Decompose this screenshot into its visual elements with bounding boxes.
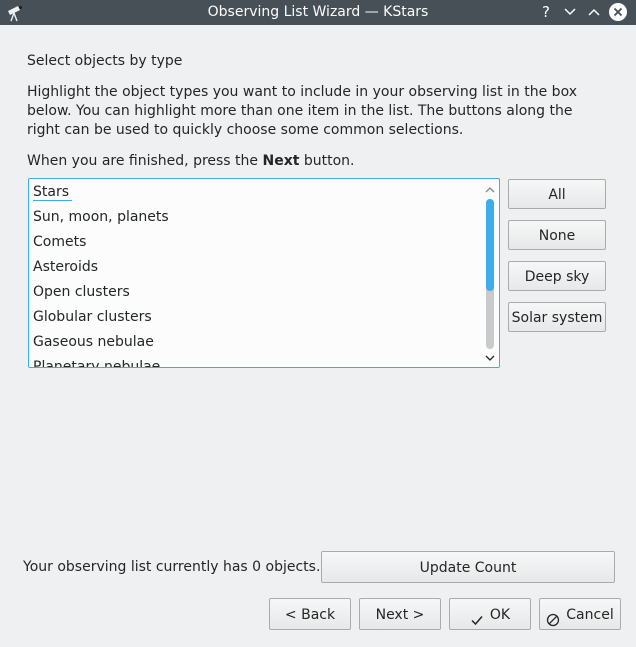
minimize-icon[interactable] xyxy=(561,3,579,21)
back-button[interactable]: < Back xyxy=(269,598,351,630)
finish-suffix: button. xyxy=(303,153,355,169)
scroll-up-arrow-icon[interactable] xyxy=(484,183,496,193)
finish-prefix: When you are finished, press the xyxy=(27,153,259,169)
object-type-list[interactable]: Stars Sun, moon, planets Comets Asteroid… xyxy=(28,178,500,368)
list-item[interactable]: Sun, moon, planets xyxy=(29,206,481,231)
finish-next-word: Next xyxy=(262,153,300,169)
page-heading: Select objects by type xyxy=(27,53,183,69)
intro-text: Highlight the object types you want to i… xyxy=(27,84,577,138)
ok-button[interactable]: OK xyxy=(449,598,531,630)
object-type-items: Stars Sun, moon, planets Comets Asteroid… xyxy=(29,181,481,367)
list-item[interactable]: Planetary nebulae xyxy=(29,356,481,367)
cancel-icon xyxy=(546,607,560,627)
list-item[interactable]: Open clusters xyxy=(29,281,481,306)
list-item[interactable]: Globular clusters xyxy=(29,306,481,331)
list-item[interactable]: Comets xyxy=(29,231,481,256)
maximize-icon[interactable] xyxy=(585,3,603,21)
list-item[interactable]: Gaseous nebulae xyxy=(29,331,481,356)
cancel-label: Cancel xyxy=(566,607,614,623)
list-item[interactable]: Asteroids xyxy=(29,256,481,281)
update-count-button[interactable]: Update Count xyxy=(321,551,615,583)
object-count-text: Your observing list currently has 0 obje… xyxy=(23,559,321,575)
scrollbar-thumb[interactable] xyxy=(486,199,494,291)
close-icon[interactable] xyxy=(608,2,628,22)
cancel-button[interactable]: Cancel xyxy=(539,598,621,630)
ok-label: OK xyxy=(489,607,511,623)
finish-instruction: When you are finished, press the Next bu… xyxy=(27,152,355,171)
scroll-down-arrow-icon[interactable] xyxy=(484,351,496,361)
next-button[interactable]: Next > xyxy=(359,598,441,630)
solar-system-button[interactable]: Solar system xyxy=(508,302,606,332)
checkmark-icon xyxy=(470,607,484,626)
help-icon[interactable]: ? xyxy=(537,3,555,21)
list-item[interactable]: Stars xyxy=(29,181,481,206)
title-bar: Observing List Wizard — KStars ? xyxy=(0,0,636,25)
none-button[interactable]: None xyxy=(508,220,606,250)
deep-sky-button[interactable]: Deep sky xyxy=(508,261,606,291)
all-button[interactable]: All xyxy=(508,179,606,209)
